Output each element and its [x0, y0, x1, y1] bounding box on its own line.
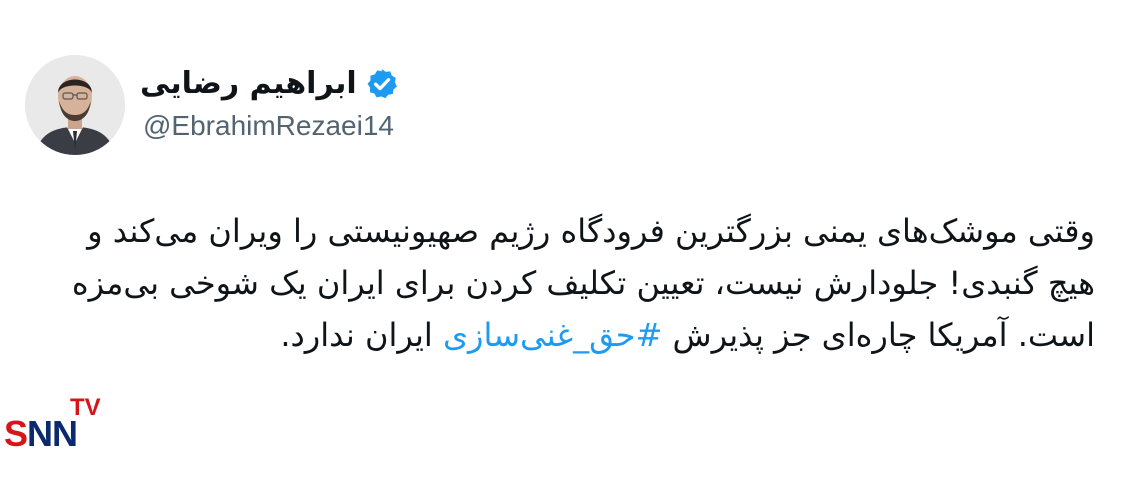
- hashtag-link[interactable]: #حق_غنی‌سازی: [443, 316, 662, 354]
- watermark-nn: NN: [27, 413, 78, 454]
- snn-tv-watermark-logo: TV SNN: [4, 396, 104, 456]
- watermark-s: S: [4, 413, 28, 454]
- author-avatar[interactable]: [25, 55, 125, 155]
- verified-badge-icon: [367, 69, 397, 99]
- tweet-text-part2: ایران ندارد.: [280, 316, 443, 354]
- watermark-snn: SNN: [4, 413, 78, 454]
- author-name-row: ابراهیم رضایی: [140, 62, 399, 106]
- author-display-name[interactable]: ابراهیم رضایی: [140, 62, 357, 106]
- avatar-portrait-icon: [25, 55, 125, 155]
- tweet-text: وقتی موشک‌های یمنی بزرگترین فرودگاه رژیم…: [35, 205, 1095, 361]
- author-handle[interactable]: @EbrahimRezaei14: [143, 106, 394, 146]
